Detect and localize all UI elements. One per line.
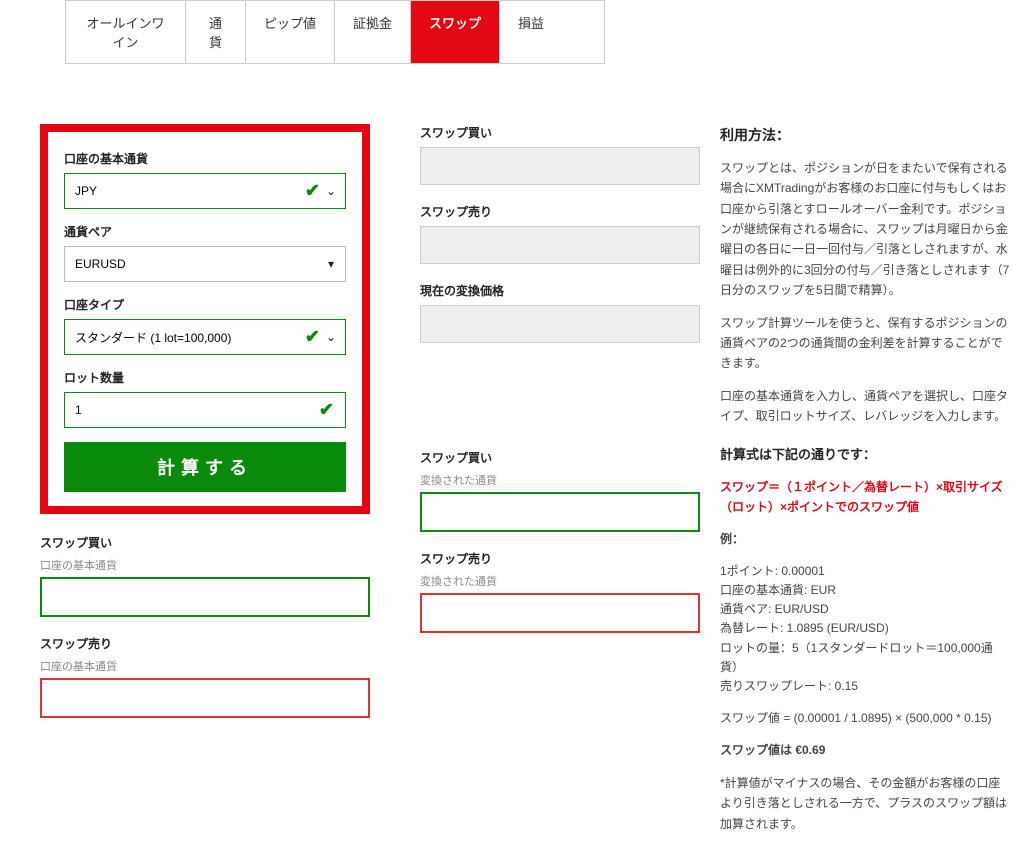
result-swap-sell-converted [420, 593, 700, 633]
tab-margin[interactable]: 証拠金 [335, 1, 411, 63]
check-icon: ✔ [319, 400, 334, 421]
example-line: 為替レート: 1.0895 (EUR/USD) [720, 619, 1010, 638]
rate-label: 現在の変換価格 [420, 282, 700, 299]
account-type-select[interactable] [64, 319, 346, 355]
pair-label: 通貨ペア [64, 223, 346, 240]
base-currency-select[interactable] [64, 173, 346, 209]
result-swap-buy-label: スワップ買い [40, 534, 370, 551]
base-currency-label: 口座の基本通貨 [64, 150, 346, 167]
result-swap-sell-label: スワップ売り [40, 635, 370, 652]
swap-buy-label: スワップ買い [420, 124, 700, 141]
currency-pair-select[interactable] [64, 246, 346, 282]
result-swap-buy-sublabel: 口座の基本通貨 [40, 557, 370, 573]
result-swap-buy-conv-sublabel: 変換された通貨 [420, 472, 700, 488]
example-line: 口座の基本通貨: EUR [720, 581, 1010, 600]
help-title: 利用方法： [720, 124, 1010, 148]
example-result: スワップ値は €0.69 [720, 740, 1010, 760]
help-panel: 利用方法： スワップとは、ポジションが日をまたいで保有される場合にXMTradi… [720, 124, 1010, 846]
result-swap-sell-sublabel: 口座の基本通貨 [40, 658, 370, 674]
swap-sell-label: スワップ売り [420, 203, 700, 220]
example-line: 売りスワップレート: 0.15 [720, 677, 1010, 696]
check-icon: ✔ [305, 181, 320, 202]
example-calc: スワップ値 = (0.00001 / 1.0895) × (500,000 * … [720, 708, 1010, 728]
result-swap-sell-base [40, 678, 370, 718]
result-swap-sell-conv-label: スワップ売り [420, 550, 700, 567]
swap-input-form: 口座の基本通貨 ✔ ⌄ 通貨ペア ▾ 口座タイプ [40, 124, 370, 514]
rate-display [420, 305, 700, 343]
result-swap-buy-base [40, 577, 370, 617]
swap-sell-display [420, 226, 700, 264]
calculate-button[interactable]: 計算する [64, 442, 346, 492]
tab-currency[interactable]: 通貨 [186, 1, 246, 63]
example-line: ロットの量：5（1スタンダードロット＝100,000通貨） [720, 639, 1010, 677]
result-swap-sell-conv-sublabel: 変換された通貨 [420, 573, 700, 589]
lot-size-input[interactable] [64, 392, 346, 428]
account-type-label: 口座タイプ [64, 296, 346, 313]
help-p1: スワップとは、ポジションが日をまたいで保有される場合にXMTradingがお客様… [720, 158, 1010, 301]
help-p3: 口座の基本通貨を入力し、通貨ペアを選択し、口座タイプ、取引ロットサイズ、レバレッ… [720, 386, 1010, 427]
tab-bar: オールインワイン 通貨 ピップ値 証拠金 スワップ 損益 [65, 0, 605, 64]
formula-text: スワップ＝（１ポイント／為替レート）×取引サイズ（ロット）×ポイントでのスワップ… [720, 477, 1010, 518]
tab-swap[interactable]: スワップ [411, 1, 500, 63]
lot-size-label: ロット数量 [64, 369, 346, 386]
formula-title: 計算式は下記の通りです： [720, 444, 1010, 466]
tab-all-in-one[interactable]: オールインワイン [66, 1, 186, 63]
help-p2: スワップ計算ツールを使うと、保有するポジションの通貨ペアの2つの通貨間の金利差を… [720, 313, 1010, 374]
result-swap-buy-conv-label: スワップ買い [420, 449, 700, 466]
help-note: *計算値がマイナスの場合、その金額がお客様の口座より引き落としされる一方で、プラ… [720, 773, 1010, 834]
check-icon: ✔ [305, 327, 320, 348]
swap-buy-display [420, 147, 700, 185]
example-line: 1ポイント: 0.00001 [720, 562, 1010, 581]
result-swap-buy-converted [420, 492, 700, 532]
tab-pip[interactable]: ピップ値 [246, 1, 335, 63]
tab-profit-loss[interactable]: 損益 [500, 1, 562, 63]
example-line: 通貨ペア: EUR/USD [720, 600, 1010, 619]
example-block: 1ポイント: 0.00001 口座の基本通貨: EUR 通貨ペア: EUR/US… [720, 562, 1010, 696]
example-title: 例： [720, 529, 1010, 549]
